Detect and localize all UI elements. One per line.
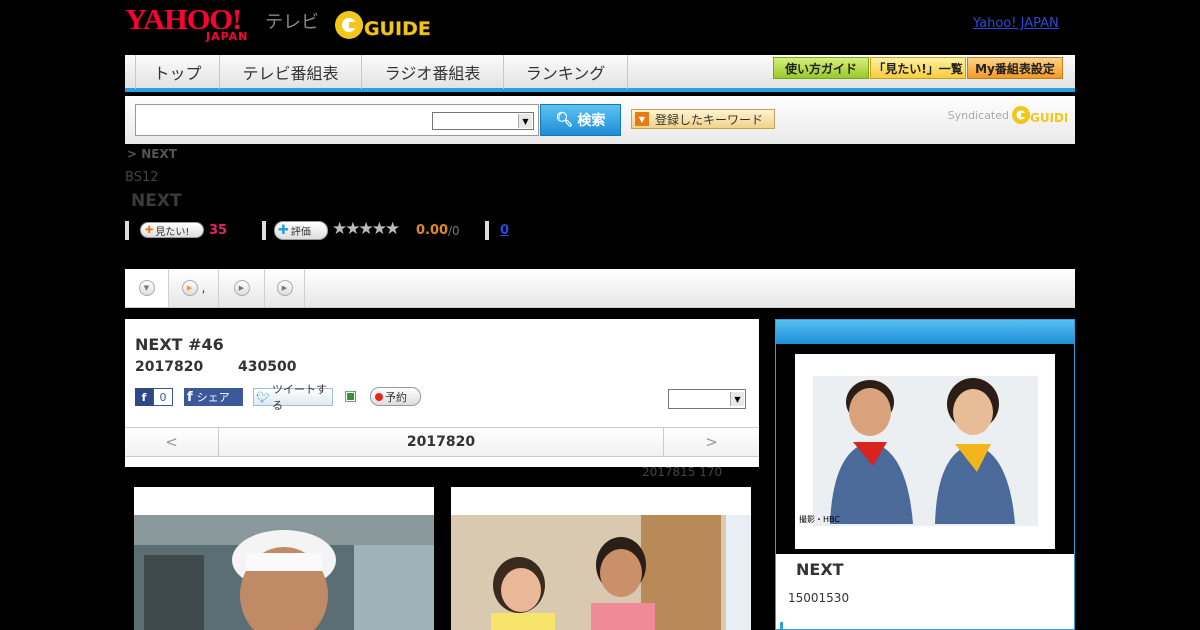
breadcrumb[interactable]: > NEXT <box>127 147 177 161</box>
reserve-button[interactable]: 予約 <box>370 387 421 406</box>
facebook-icon: f <box>187 389 193 405</box>
chevron-down-icon: ▼ <box>138 280 155 296</box>
divider <box>262 221 266 240</box>
gguide-logo-text: GUIDE <box>364 18 431 40</box>
gguide-small-logo-text: GUIDE <box>1030 111 1067 125</box>
program-hosts-photo: 撮影・HBC <box>795 354 1055 549</box>
tweet-label: ツイートする <box>271 383 327 412</box>
nav-tab-radio-schedule[interactable]: ラジオ番組表 <box>362 55 504 89</box>
gguide-small-logo-icon: GUIDE <box>1012 106 1067 125</box>
mitai-button[interactable]: ✚ 見たい! <box>140 222 204 238</box>
divider <box>125 221 129 240</box>
divider <box>780 622 783 630</box>
rating-label: 評価 <box>290 227 311 238</box>
nav-tab-ranking[interactable]: ランキング <box>504 55 628 89</box>
episode-select[interactable]: ▼ <box>668 389 746 409</box>
play-icon: ▶ <box>233 280 250 296</box>
record-dot-icon <box>375 392 383 401</box>
review-count-link[interactable]: 0 <box>500 223 509 238</box>
tab-cast[interactable]: ▶ <box>219 269 265 307</box>
tab-episodes[interactable]: ▶, <box>169 269 219 307</box>
update-note: 2017815 170 <box>642 465 723 479</box>
channel-name: BS12 <box>125 170 159 185</box>
my-schedule-settings-button[interactable]: My番組表設定 <box>967 57 1063 79</box>
usage-guide-button[interactable]: 使い方ガイド <box>773 57 869 79</box>
program-side-panel: 撮影・HBC NEXT 15001530 <box>775 319 1075 630</box>
episode-photo-2[interactable] <box>451 487 751 630</box>
tv-label: テレビ <box>265 12 319 33</box>
mitai-list-button[interactable]: 「見たい!」一覧 <box>870 57 966 79</box>
photo-credit: 撮影・HBC <box>799 514 840 524</box>
episode-title: NEXT #46 <box>135 335 224 354</box>
episode-photo-1[interactable] <box>134 487 434 630</box>
side-program-time: 15001530 <box>788 591 850 605</box>
episode-date: 2017820 <box>135 359 204 375</box>
side-program-title: NEXT <box>796 560 844 579</box>
registered-keyword-label: 登録したキーワード <box>655 112 764 127</box>
mitai-count: 35 <box>209 223 228 238</box>
main-navigation: トップ テレビ番組表 ラジオ番組表 ランキング 使い方ガイド 「見たい!」一覧 … <box>125 55 1075 92</box>
registered-keyword-button[interactable]: ▼ 登録したキーワード <box>631 109 775 129</box>
program-tab-bar: ▼ ▶, ▶ ▶ <box>125 269 1075 308</box>
rating-score: 0.00 <box>416 223 449 238</box>
program-title: NEXT <box>131 191 182 211</box>
chevron-down-icon: ▼ <box>518 114 532 128</box>
divider <box>485 221 489 240</box>
episode-panel: NEXT #46 2017820 430500 f 0 f シェア 🐦︎ ツイー… <box>125 319 759 467</box>
search-category-select[interactable]: ▼ <box>432 112 534 130</box>
facebook-icon: f <box>135 388 153 406</box>
tweet-button[interactable]: 🐦︎ ツイートする <box>253 383 333 412</box>
episode-time: 430500 <box>238 359 297 375</box>
search-button[interactable]: 🔍︎ 検索 <box>540 104 621 136</box>
next-date-button[interactable]: > <box>663 428 759 456</box>
chevron-down-icon: ▼ <box>730 392 744 406</box>
side-panel-header <box>776 320 1074 344</box>
syndicated-label: Syndicated <box>947 108 1009 122</box>
play-icon: ▶ <box>276 280 293 296</box>
plus-icon: ✚ <box>145 224 154 236</box>
reserve-label: 予約 <box>385 390 407 404</box>
facebook-share-button[interactable]: f シェア <box>184 388 243 406</box>
yahoo-logo-sub: JAPAN <box>206 30 249 43</box>
date-navigation: < 2017820 > <box>125 427 759 457</box>
yahoo-japan-logo[interactable]: YAHOO! JAPAN <box>125 6 263 44</box>
search-icon: 🔍︎ <box>555 112 574 128</box>
side-photo-frame: 撮影・HBC <box>776 344 1074 554</box>
facebook-like-count: 0 <box>154 389 172 405</box>
facebook-like-button[interactable]: f 0 <box>135 388 173 406</box>
gguide-logo[interactable]: GUIDE <box>334 8 434 42</box>
tab-episodes-label: , <box>201 281 206 295</box>
twitter-bird-icon: 🐦︎ <box>256 390 270 404</box>
yahoo-japan-top-link[interactable]: Yahoo! JAPAN <box>973 16 1059 31</box>
current-date: 2017820 <box>406 434 476 450</box>
search-button-label: 検索 <box>577 113 606 129</box>
add-calendar-icon[interactable]: ▣ <box>344 388 360 404</box>
nav-tab-top[interactable]: トップ <box>135 55 220 89</box>
tab-info[interactable]: ▼ <box>125 269 169 307</box>
search-area: ▼ 🔍︎ 検索 ▼ 登録したキーワード Syndicated GUIDE <box>125 96 1075 144</box>
previous-date-button[interactable]: < <box>125 428 219 456</box>
facebook-share-label: シェア <box>196 391 230 404</box>
tab-reviews[interactable]: ▶ <box>265 269 305 307</box>
plus-icon: ✚ <box>278 223 289 238</box>
mitai-label: 見たい! <box>155 226 190 238</box>
rating-button[interactable]: ✚ 評価 <box>274 221 328 240</box>
syndicated-gguide-badge: Syndicated GUIDE <box>948 104 1067 126</box>
nav-tab-tv-schedule[interactable]: テレビ番組表 <box>220 55 362 89</box>
play-icon: ▶ <box>181 280 198 296</box>
rating-count: /0 <box>448 224 460 238</box>
rating-stars-icon: ★★★★★ <box>332 219 400 239</box>
triangle-down-icon: ▼ <box>635 112 649 126</box>
